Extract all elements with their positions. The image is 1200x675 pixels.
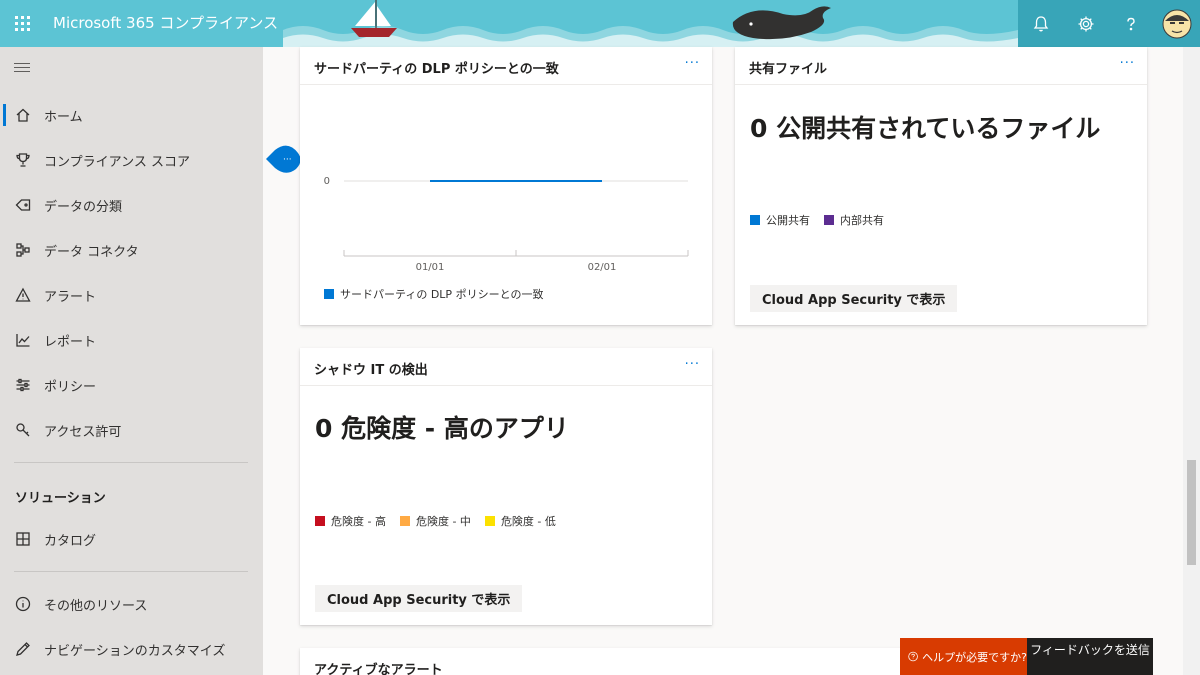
nav-item-catalog[interactable]: カタログ: [0, 519, 263, 559]
nav-item-customize-navigation[interactable]: ナビゲーションのカスタマイズ: [0, 629, 263, 669]
trophy-icon: [0, 152, 44, 168]
header-actions: [1018, 0, 1200, 47]
nav-divider: [14, 462, 248, 463]
hamburger-icon[interactable]: [14, 63, 32, 77]
nav-item-alerts[interactable]: アラート: [0, 275, 263, 315]
legend-swatch: [824, 215, 834, 225]
help-label: ヘルプが必要ですか?: [922, 650, 1027, 664]
chart-legend: サードパーティの DLP ポリシーとの一致: [324, 286, 543, 302]
card-title: サードパーティの DLP ポリシーとの一致: [314, 62, 559, 77]
pencil-icon: [0, 641, 44, 657]
card-header: シャドウ IT の検出 ···: [300, 348, 712, 386]
key-icon: [0, 422, 44, 438]
legend-swatch: [750, 215, 760, 225]
more-options-icon[interactable]: ···: [685, 56, 700, 71]
x-tick-label: 02/01: [588, 262, 617, 273]
banner-illustration: [283, 0, 1018, 47]
home-icon: [0, 107, 44, 123]
help-button[interactable]: ヘルプが必要ですか?: [900, 638, 1027, 675]
legend-label: サードパーティの DLP ポリシーとの一致: [340, 288, 544, 301]
nav-label: アクセス許可: [44, 424, 122, 440]
nav-label: アラート: [44, 289, 97, 305]
waffle-icon[interactable]: [0, 0, 44, 47]
legend-item-high: 危険度 - 高: [315, 513, 386, 529]
card-header: サードパーティの DLP ポリシーとの一致 ···: [300, 47, 712, 85]
gear-icon[interactable]: [1063, 0, 1108, 47]
collapse-nav-bubble[interactable]: ···: [266, 145, 302, 173]
legend-item-internal: 内部共有: [824, 212, 884, 228]
nav-item-permissions[interactable]: アクセス許可: [0, 410, 263, 450]
nav-label: ホーム: [44, 109, 83, 125]
legend-swatch: [324, 289, 334, 299]
nav-label: コンプライアンス スコア: [44, 154, 190, 170]
info-icon: [0, 596, 44, 612]
feedback-button[interactable]: フィードバックを送信: [1027, 638, 1153, 675]
nav-item-reports[interactable]: レポート: [0, 320, 263, 360]
top-header: Microsoft 365 コンプライアンス: [0, 0, 1200, 47]
scrollbar-thumb[interactable]: [1187, 460, 1196, 565]
nav-item-home[interactable]: ホーム: [0, 95, 263, 135]
warning-icon: [0, 287, 44, 303]
card-header: 共有ファイル ···: [735, 47, 1147, 85]
legend-swatch: [484, 516, 495, 526]
legend-label: 公開共有: [766, 214, 810, 227]
nav-label: その他のリソース: [44, 598, 148, 614]
nav-label: カタログ: [44, 533, 97, 549]
nav-divider: [14, 571, 248, 572]
risk-legend: 危険度 - 高 危険度 - 中 危険度 - 低: [315, 513, 556, 529]
legend-label: 危険度 - 中: [415, 515, 471, 528]
question-circle-icon: [908, 651, 918, 662]
view-in-cloud-app-security-button[interactable]: Cloud App Security で表示: [750, 285, 958, 312]
legend-item-low: 危険度 - 低: [484, 513, 556, 529]
tag-icon: [0, 197, 44, 213]
solutions-heading: ソリューション: [15, 491, 106, 506]
more-options-icon[interactable]: ···: [685, 357, 700, 372]
nav-item-other-resources[interactable]: その他のリソース: [0, 584, 263, 624]
y-tick-label: 0: [324, 176, 330, 187]
view-in-cloud-app-security-button[interactable]: Cloud App Security で表示: [315, 585, 523, 612]
bell-icon[interactable]: [1018, 0, 1063, 47]
catalog-icon: [0, 531, 44, 547]
connector-icon: [0, 242, 44, 258]
chart-icon: [0, 332, 44, 348]
x-tick-label: 01/01: [416, 262, 445, 273]
dlp-line-chart: 0 01/01 02/01: [324, 176, 689, 273]
high-risk-apps-stat: 0 危険度 - 高のアプリ: [315, 414, 569, 443]
dlp-card: サードパーティの DLP ポリシーとの一致 ··· 0 01/01 02/01 サー…: [300, 47, 712, 325]
card-title: アクティブなアラート: [314, 663, 443, 675]
scrollbar[interactable]: [1183, 47, 1200, 675]
public-shared-stat: 0 公開共有されているファイル: [750, 114, 1101, 143]
card-title: 共有ファイル: [749, 62, 828, 77]
legend-swatch: [315, 516, 325, 526]
svg-text:···: ···: [283, 155, 292, 165]
nav-label: データの分類: [44, 199, 123, 215]
nav-label: レポート: [44, 334, 97, 350]
nav-item-policies[interactable]: ポリシー: [0, 365, 263, 405]
help-icon[interactable]: [1108, 0, 1153, 47]
left-navigation: ホーム コンプライアンス スコア データの分類 データ コネクタ アラート レポ…: [0, 47, 263, 675]
legend-label: 危険度 - 高: [331, 515, 386, 528]
shared-legend: 公開共有 内部共有: [750, 212, 884, 228]
shared-files-card: 共有ファイル ··· 0 公開共有されているファイル 公開共有 内部共有 Clo…: [735, 47, 1147, 325]
nav-label: データ コネクタ: [44, 244, 139, 260]
nav-label: ポリシー: [44, 379, 97, 395]
legend-label: 内部共有: [840, 214, 884, 227]
nav-item-compliance-score[interactable]: コンプライアンス スコア: [0, 140, 263, 180]
legend-item-medium: 危険度 - 中: [399, 513, 471, 529]
legend-swatch: [399, 516, 410, 526]
nav-item-data-classification[interactable]: データの分類: [0, 185, 263, 225]
nav-item-data-connectors[interactable]: データ コネクタ: [0, 230, 263, 270]
more-options-icon[interactable]: ···: [1120, 56, 1135, 71]
avatar[interactable]: [1153, 0, 1200, 47]
nav-label: ナビゲーションのカスタマイズ: [44, 643, 226, 659]
shadow-it-card: シャドウ IT の検出 ··· 0 危険度 - 高のアプリ 危険度 - 高 危険…: [300, 348, 712, 625]
legend-item-public: 公開共有: [750, 212, 810, 228]
sliders-icon: [0, 377, 44, 393]
app-title[interactable]: Microsoft 365 コンプライアンス: [53, 12, 278, 34]
legend-label: 危険度 - 低: [500, 515, 556, 528]
card-title: シャドウ IT の検出: [314, 363, 428, 378]
legend-item: サードパーティの DLP ポリシーとの一致: [324, 286, 543, 302]
